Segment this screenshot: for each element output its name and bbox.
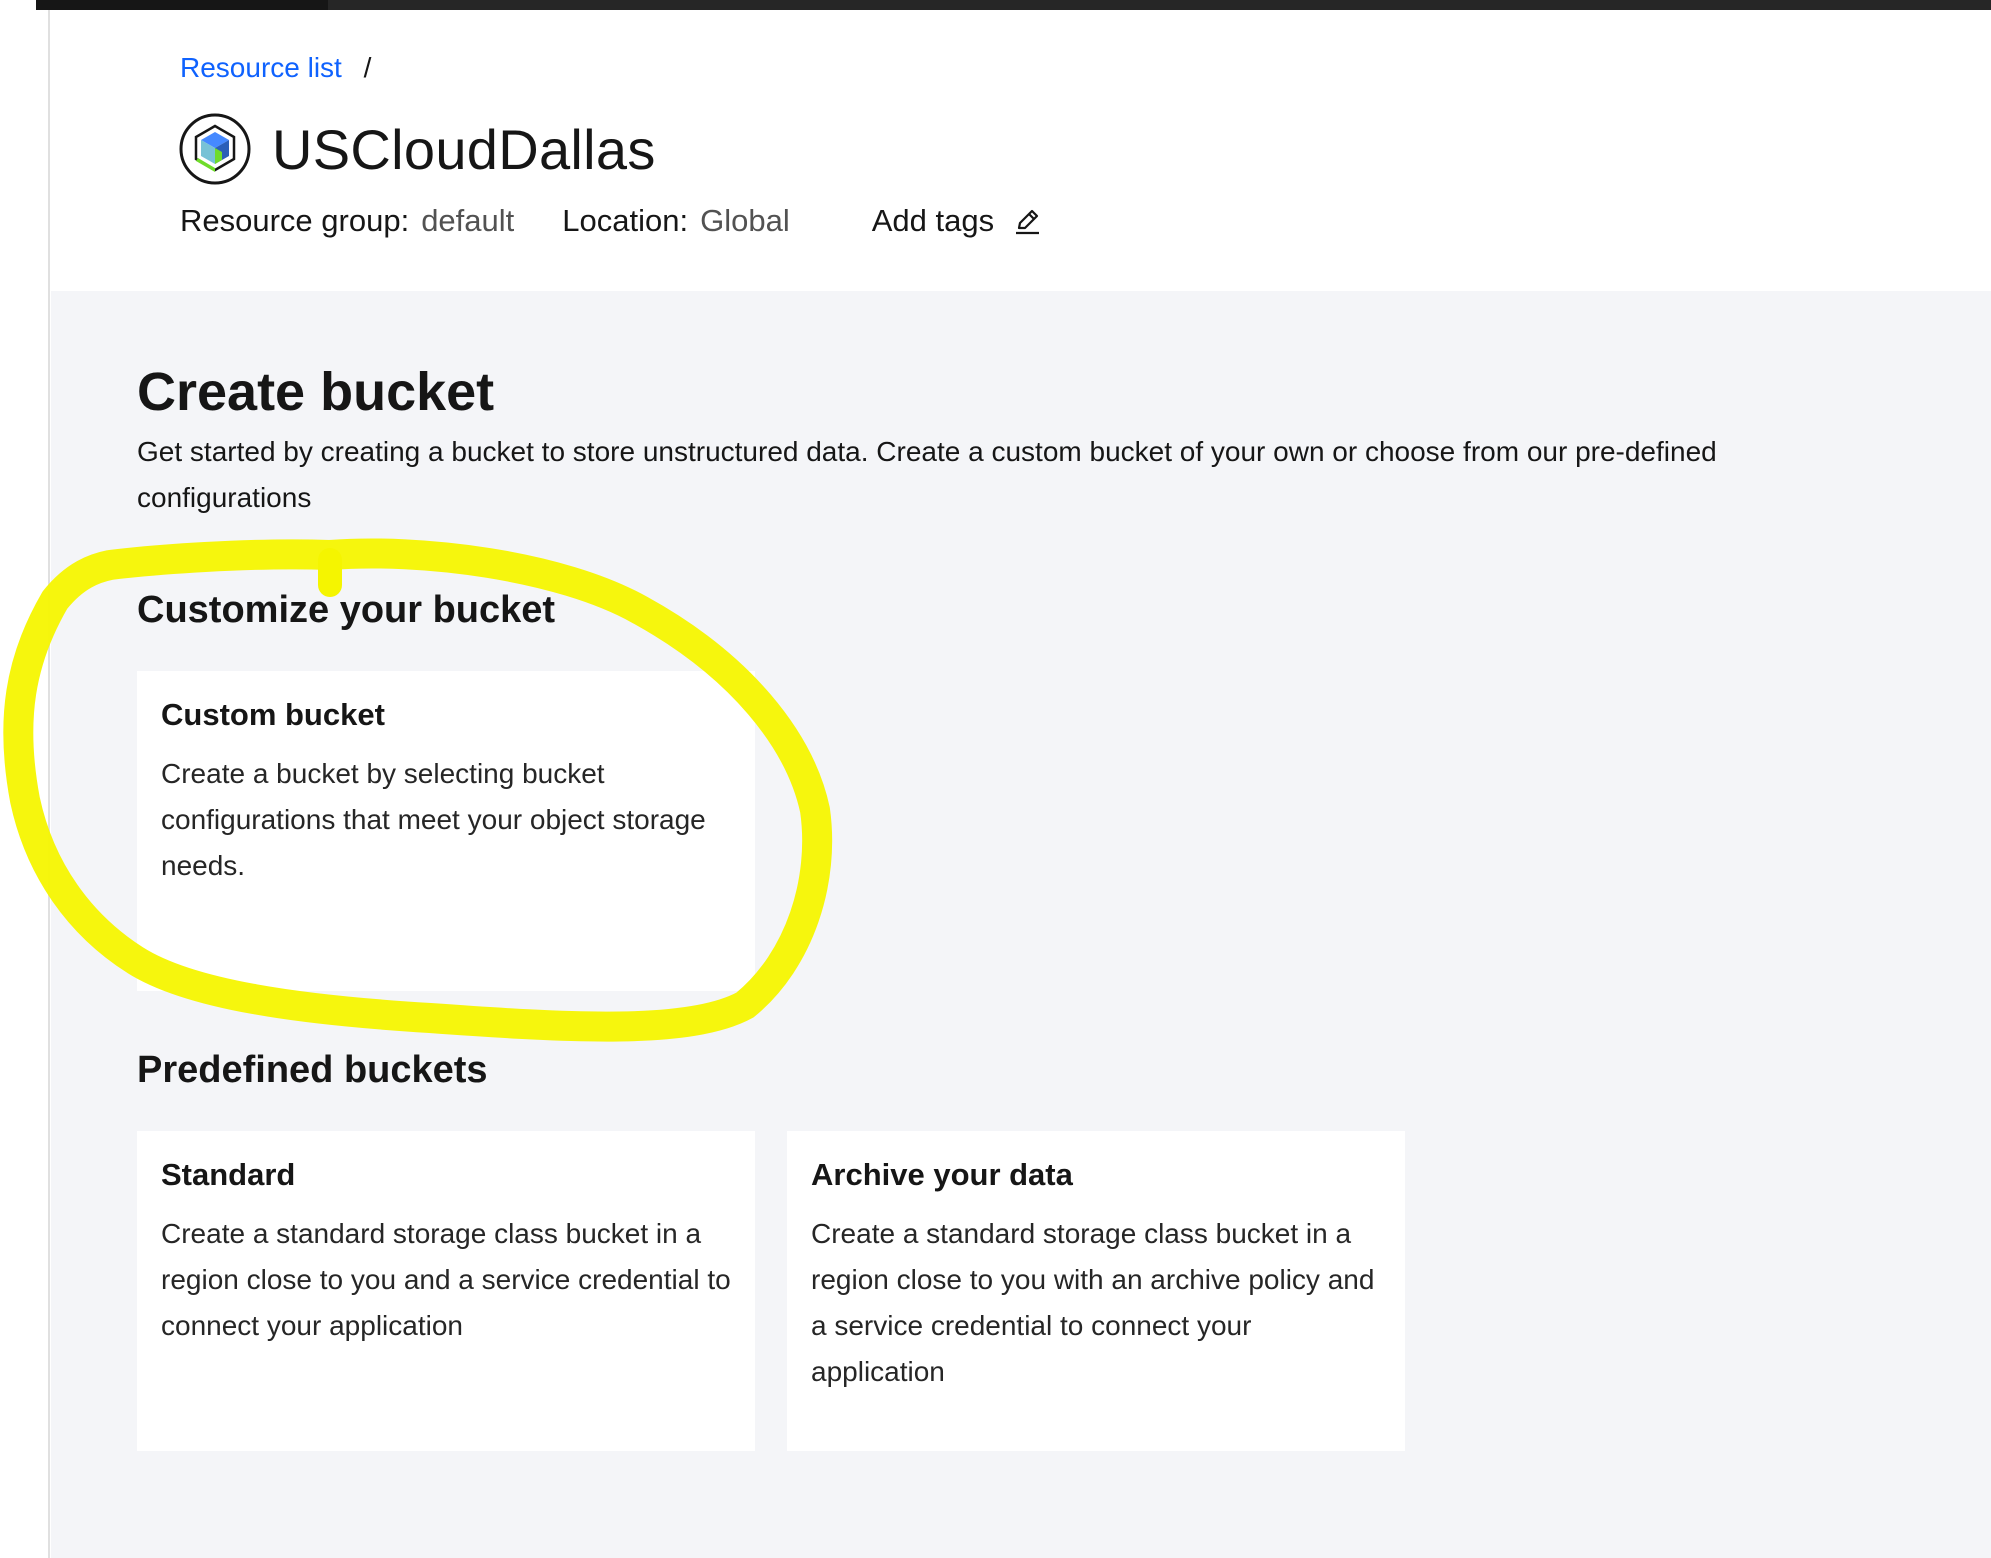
title-row: USCloudDallas (178, 110, 656, 188)
page-title: USCloudDallas (272, 117, 656, 181)
main-content: Create bucket Get started by creating a … (51, 291, 1991, 1558)
archive-bucket-card[interactable]: Archive your data Create a standard stor… (787, 1131, 1405, 1451)
customize-section-title: Customize your bucket (137, 589, 556, 631)
breadcrumb-separator: / (363, 52, 372, 83)
create-bucket-description: Get started by creating a bucket to stor… (137, 436, 1717, 513)
top-bar (36, 0, 1991, 10)
card-description: Create a bucket by selecting bucket conf… (161, 758, 706, 881)
card-description: Create a standard storage class bucket i… (811, 1218, 1375, 1387)
card-title: Custom bucket (161, 697, 385, 732)
add-tags-label: Add tags (871, 203, 995, 238)
card-title: Archive your data (811, 1157, 1073, 1192)
resource-group-label: Resource group: (180, 203, 410, 238)
card-title: Standard (161, 1157, 296, 1192)
custom-bucket-card[interactable]: Custom bucket Create a bucket by selecti… (137, 671, 755, 991)
resource-group-value: default (421, 203, 515, 238)
page-header: Resource list / USCloudDallas Resource g… (51, 10, 1991, 291)
page: Resource list / USCloudDallas Resource g… (0, 0, 1991, 1558)
metadata-row: Resource group: default Location: Global… (180, 203, 1042, 239)
predefined-section-title: Predefined buckets (137, 1049, 488, 1091)
standard-bucket-card[interactable]: Standard Create a standard storage class… (137, 1131, 755, 1451)
add-tags-button[interactable]: Add tags (872, 203, 1042, 239)
card-description: Create a standard storage class bucket i… (161, 1218, 731, 1341)
cube-icon (179, 113, 251, 185)
pencil-icon (1016, 209, 1040, 235)
create-bucket-title: Create bucket (137, 362, 495, 422)
location-value: Global (700, 203, 790, 238)
breadcrumb: Resource list / (180, 52, 371, 84)
location-label: Location: (562, 203, 689, 238)
top-bar-segment (36, 0, 328, 10)
breadcrumb-resource-list-link[interactable]: Resource list (180, 52, 342, 83)
left-rail (0, 0, 50, 1558)
